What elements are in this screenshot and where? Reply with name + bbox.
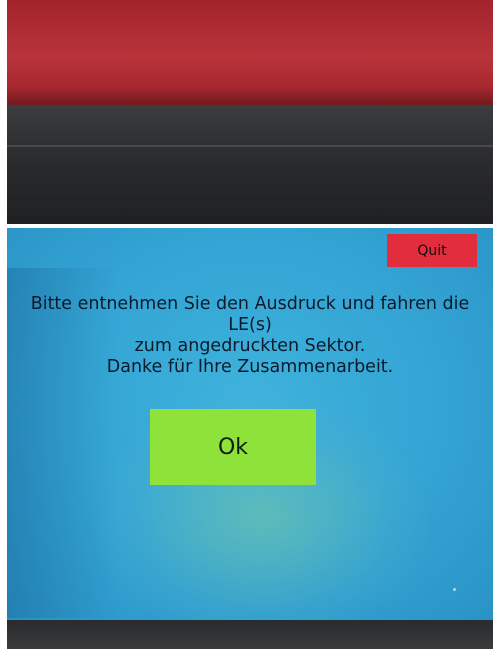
message-line-2: LE(s) — [228, 315, 272, 335]
message-line-1: Bitte entnehmen Sie den Ausdruck und fah… — [30, 294, 470, 314]
message-line-4: Danke für Ihre Zusammenarbeit. — [106, 357, 394, 377]
screen-bezel-bottom — [7, 620, 493, 649]
screen-bezel — [7, 105, 493, 224]
cursor-dot — [453, 588, 456, 591]
touch-screen: Quit Bitte entnehmen Sie den Ausdruck un… — [7, 228, 493, 620]
terminal-photo: Quit Bitte entnehmen Sie den Ausdruck un… — [0, 0, 493, 649]
terminal-housing — [7, 0, 493, 105]
message-line-3: zum angedruckten Sektor. — [134, 336, 366, 356]
dialog-message: Bitte entnehmen Sie den Ausdruck und fah… — [7, 294, 493, 378]
ok-button[interactable]: Ok — [150, 409, 316, 485]
quit-button[interactable]: Quit — [387, 234, 477, 267]
